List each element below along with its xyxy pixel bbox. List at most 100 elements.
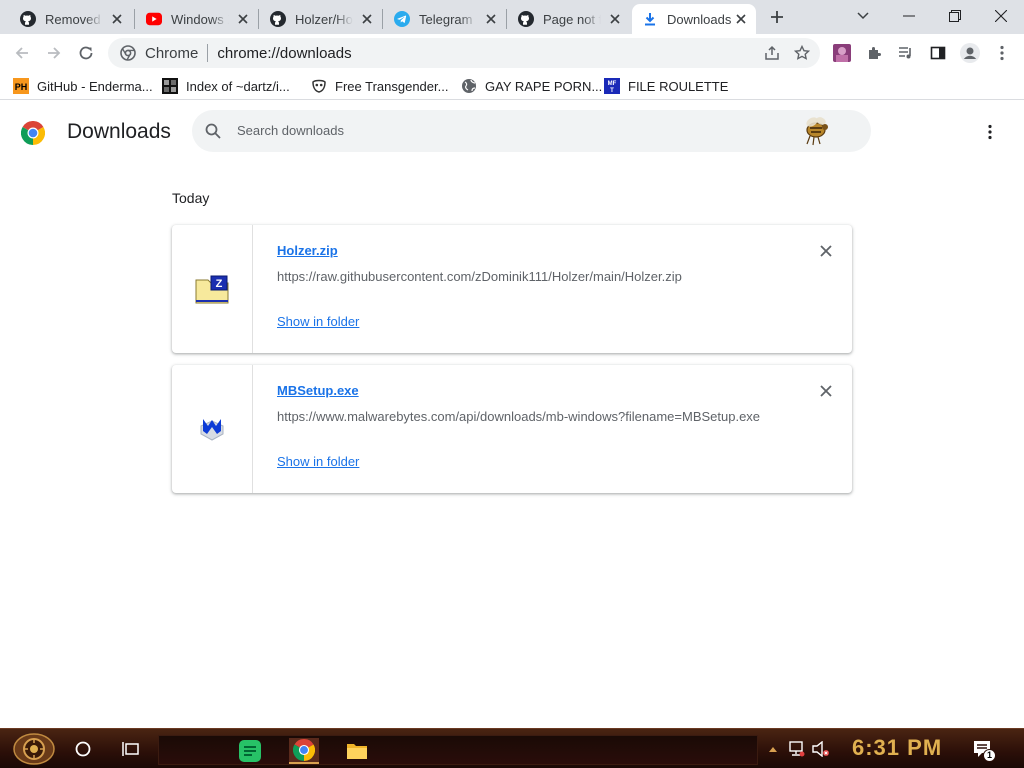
search-taskbar-button[interactable] xyxy=(70,737,96,761)
tab-holzer[interactable]: Holzer/Ho xyxy=(260,4,382,34)
bookmark-star-button[interactable] xyxy=(788,39,816,67)
sheets-app-button[interactable] xyxy=(237,738,263,764)
taskbar-clock[interactable]: 6:31 PM xyxy=(852,735,942,761)
file-name-link[interactable]: Holzer.zip xyxy=(277,243,338,258)
date-section-label: Today xyxy=(172,190,210,206)
green-notes-icon xyxy=(239,740,261,762)
bee-cursor-icon xyxy=(800,114,836,153)
chrome-menu-button[interactable] xyxy=(988,39,1016,67)
search-icon xyxy=(205,123,221,144)
task-view-icon xyxy=(122,742,139,756)
share-button[interactable] xyxy=(758,39,786,67)
chrome-icon xyxy=(120,45,136,61)
close-icon[interactable] xyxy=(608,12,622,26)
url-text: chrome://downloads xyxy=(217,44,352,62)
toolbar: Chrome chrome://downloads xyxy=(0,34,1024,72)
tab-divider xyxy=(382,9,383,29)
github-icon xyxy=(518,11,534,27)
telegram-icon xyxy=(394,11,410,27)
extensions-button[interactable] xyxy=(860,39,888,67)
mask-icon xyxy=(311,78,327,94)
search-downloads-field[interactable]: Search downloads xyxy=(192,110,871,152)
zip-file-icon: Z xyxy=(195,275,229,304)
back-button[interactable] xyxy=(8,39,36,67)
share-icon xyxy=(765,45,779,60)
reload-icon xyxy=(79,46,93,60)
chrome-icon xyxy=(293,739,315,761)
remove-download-button[interactable] xyxy=(818,243,834,259)
file-icon-column: Z xyxy=(172,225,253,353)
tab-title: Holzer/Ho xyxy=(295,11,353,27)
tab-title: Removed F xyxy=(45,11,103,27)
tab-downloads[interactable]: Downloads xyxy=(632,4,756,34)
svg-text:T: T xyxy=(610,88,614,94)
source-url[interactable]: https://www.malwarebytes.com/api/downloa… xyxy=(277,409,760,424)
bookmark-free-transgender[interactable]: Free Transgender... xyxy=(311,76,448,96)
bookmark-index-of-dartz[interactable]: Index of ~dartz/i... xyxy=(162,76,290,96)
task-view-button[interactable] xyxy=(118,737,144,761)
restore-icon xyxy=(949,10,961,22)
new-tab-button[interactable] xyxy=(764,6,790,28)
bookmark-file-roulette[interactable]: MF T FILE ROULETTE xyxy=(604,76,728,96)
volume-muted-icon xyxy=(812,741,829,757)
bookmark-label: Free Transgender... xyxy=(335,78,449,94)
tab-title: Windows X xyxy=(171,11,229,27)
close-icon[interactable] xyxy=(360,12,374,26)
tab-page-not-found[interactable]: Page not fo xyxy=(508,4,630,34)
show-hidden-icons-button[interactable] xyxy=(766,741,780,757)
file-name-link[interactable]: MBSetup.exe xyxy=(277,383,359,398)
extension-avatar-button[interactable] xyxy=(828,39,856,67)
bookmarks-bar: PH GitHub - Enderma... Index of ~dartz/i… xyxy=(0,72,1024,100)
volume-button[interactable] xyxy=(810,739,832,759)
mft-icon: MF T xyxy=(604,78,620,94)
ph-icon: PH xyxy=(13,78,29,94)
more-actions-button[interactable] xyxy=(980,122,1000,142)
start-button[interactable] xyxy=(10,732,58,766)
bookmark-globe-site[interactable]: GAY RAPE PORN... xyxy=(461,76,602,96)
tab-removed[interactable]: Removed F xyxy=(10,4,132,34)
omnibox[interactable]: Chrome chrome://downloads xyxy=(108,38,820,68)
restore-button[interactable] xyxy=(932,0,978,32)
arrow-right-icon xyxy=(48,47,61,59)
chevron-down-icon xyxy=(857,12,869,20)
notification-center-button[interactable]: 1 xyxy=(970,737,996,763)
tab-search-button[interactable] xyxy=(840,0,886,32)
tab-divider xyxy=(134,9,135,29)
download-icon xyxy=(642,11,658,27)
show-in-folder-link[interactable]: Show in folder xyxy=(277,314,359,329)
bookmark-github-enderman[interactable]: PH GitHub - Enderma... xyxy=(13,76,153,96)
reload-button[interactable] xyxy=(72,39,100,67)
chrome-logo-icon xyxy=(20,120,46,150)
tab-title: Page not fo xyxy=(543,11,601,27)
remove-download-button[interactable] xyxy=(818,383,834,399)
source-url[interactable]: https://raw.githubusercontent.com/zDomin… xyxy=(277,269,682,284)
network-status-button[interactable] xyxy=(786,739,806,759)
file-icon-column xyxy=(172,365,253,493)
close-window-button[interactable] xyxy=(978,0,1024,32)
forward-button[interactable] xyxy=(40,39,68,67)
site-info-chip[interactable]: Chrome xyxy=(120,45,198,62)
profile-button[interactable] xyxy=(956,39,984,67)
close-icon[interactable] xyxy=(110,12,124,26)
notification-badge: 1 xyxy=(983,749,996,762)
github-icon xyxy=(270,11,286,27)
show-in-folder-link[interactable]: Show in folder xyxy=(277,454,359,469)
tab-title: Telegram xyxy=(419,11,473,27)
extension-photo-icon xyxy=(833,44,851,62)
svg-text:Z: Z xyxy=(216,278,223,290)
minimize-button[interactable] xyxy=(886,0,932,32)
tab-windows[interactable]: Windows X xyxy=(136,4,258,34)
tab-telegram[interactable]: Telegram xyxy=(384,4,506,34)
minimize-icon xyxy=(903,15,915,17)
media-controls-button[interactable] xyxy=(892,39,920,67)
download-item-mbsetup: MBSetup.exe https://www.malwarebytes.com… xyxy=(172,365,852,493)
close-icon[interactable] xyxy=(236,12,250,26)
close-icon[interactable] xyxy=(484,12,498,26)
close-icon[interactable] xyxy=(734,12,748,26)
side-panel-button[interactable] xyxy=(924,39,952,67)
bookmark-label: GitHub - Enderma... xyxy=(37,78,153,94)
search-placeholder: Search downloads xyxy=(237,123,344,138)
chrome-app-button[interactable] xyxy=(289,738,319,764)
site-chip-label: Chrome xyxy=(145,44,199,62)
file-explorer-button[interactable] xyxy=(343,738,371,764)
